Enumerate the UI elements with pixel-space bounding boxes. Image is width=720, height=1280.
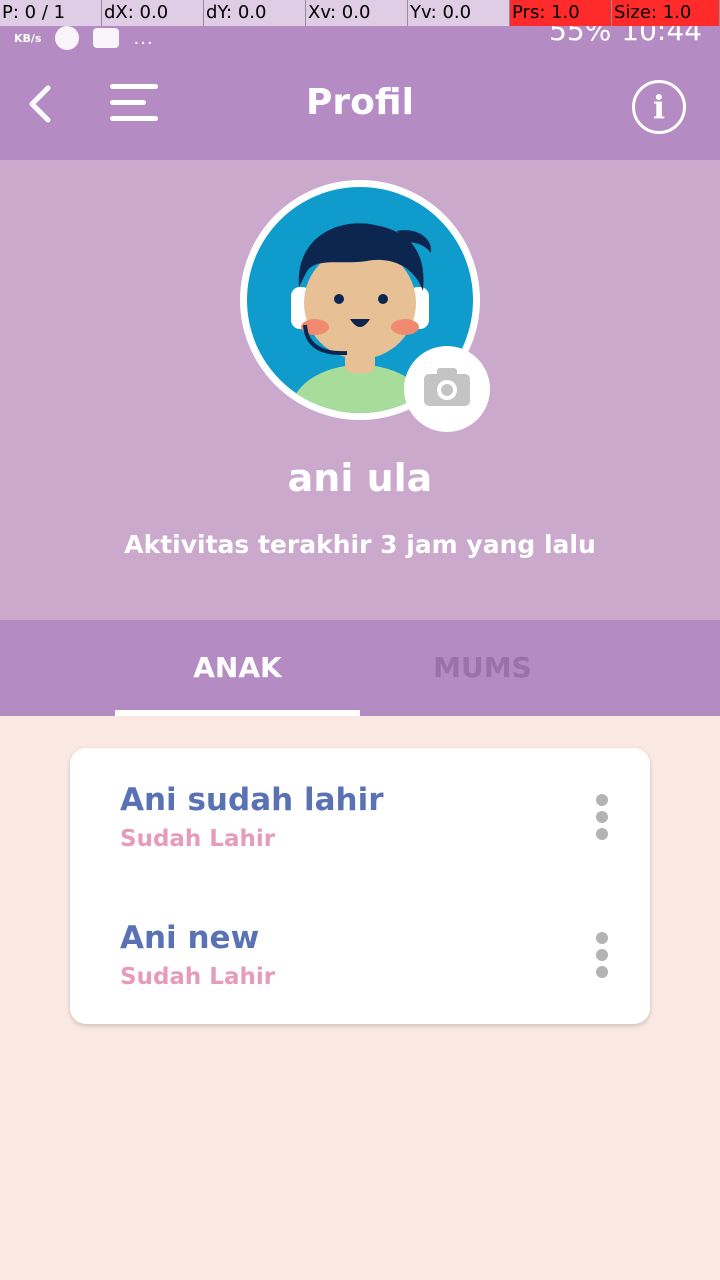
chat-icon <box>93 28 120 48</box>
pointer-debug-bar: P: 0 / 1 dX: 0.0 dY: 0.0 Xv: 0.0 Yv: 0.0… <box>0 0 720 26</box>
child-status: Sudah Lahir <box>120 826 276 852</box>
more-options-button[interactable] <box>590 932 614 978</box>
more-notifications-icon: ... <box>133 27 154 49</box>
more-dot <box>596 811 608 823</box>
more-options-button[interactable] <box>590 794 614 840</box>
camera-icon <box>424 368 470 406</box>
debug-dx: dX: 0.0 <box>102 0 204 26</box>
more-dot <box>596 932 608 944</box>
debug-pointer: P: 0 / 1 <box>0 0 102 26</box>
more-dot <box>596 966 608 978</box>
info-button[interactable]: i <box>632 80 686 134</box>
active-tab-indicator <box>115 710 360 716</box>
children-list-card: Ani sudah lahir Sudah Lahir Ani new Suda… <box>70 748 650 1024</box>
app-header: Profil i <box>0 54 720 160</box>
network-speed-unit: KB/s <box>14 31 42 45</box>
profile-section: ani ula Aktivitas terakhir 3 jam yang la… <box>0 160 720 620</box>
page-title: Profil <box>306 82 414 123</box>
child-status: Sudah Lahir <box>120 964 276 990</box>
debug-yv: Yv: 0.0 <box>408 0 510 26</box>
debug-size: Size: 1.0 <box>612 0 720 26</box>
debug-dy: dY: 0.0 <box>204 0 306 26</box>
debug-pressure: Prs: 1.0 <box>510 0 612 26</box>
more-dot <box>596 794 608 806</box>
status-left: KB/s ... <box>14 26 154 50</box>
download-icon <box>55 26 80 50</box>
more-dot <box>596 949 608 961</box>
child-name: Ani sudah lahir <box>120 782 384 818</box>
list-item[interactable]: Ani sudah lahir Sudah Lahir <box>70 748 650 886</box>
tab-mums[interactable]: MUMS <box>360 620 605 716</box>
tab-anak[interactable]: ANAK <box>115 620 360 716</box>
profile-name: ani ula <box>287 456 433 500</box>
profile-tabs: ANAK MUMS <box>0 620 720 716</box>
child-name: Ani new <box>120 920 260 956</box>
last-activity-text: Aktivitas terakhir 3 jam yang lalu <box>124 530 596 559</box>
change-photo-button[interactable] <box>404 346 490 432</box>
list-item[interactable]: Ani new Sudah Lahir <box>70 886 650 1024</box>
more-dot <box>596 828 608 840</box>
debug-xv: Xv: 0.0 <box>306 0 408 26</box>
